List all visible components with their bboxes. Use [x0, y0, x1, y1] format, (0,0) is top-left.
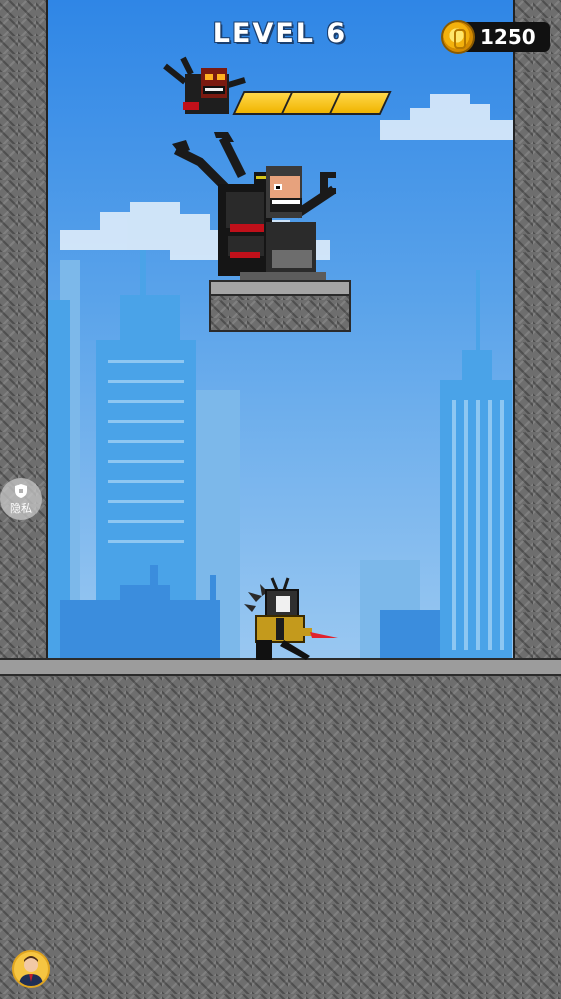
- platform-top: [211, 282, 349, 296]
- avatar-icon: [19, 956, 43, 986]
- boss-health-bar: [230, 91, 392, 115]
- player-character[interactable]: [232, 572, 342, 662]
- avatar-button[interactable]: [12, 950, 50, 988]
- coin-icon: [441, 20, 475, 54]
- level-title: LEVEL 6: [212, 18, 348, 49]
- boss-character[interactable]: [170, 132, 350, 282]
- health-segment: [328, 91, 392, 115]
- right-wall: [513, 0, 561, 660]
- game-stage: LEVEL 6 1250 隐私: [0, 0, 561, 999]
- coin-count: 1250: [480, 25, 536, 49]
- privacy-label: 隐私: [10, 501, 32, 515]
- shield-icon: [15, 483, 27, 498]
- floating-platform: [209, 280, 351, 332]
- ground: [0, 670, 561, 999]
- privacy-button[interactable]: 隐私: [0, 478, 42, 520]
- left-wall: [0, 0, 48, 660]
